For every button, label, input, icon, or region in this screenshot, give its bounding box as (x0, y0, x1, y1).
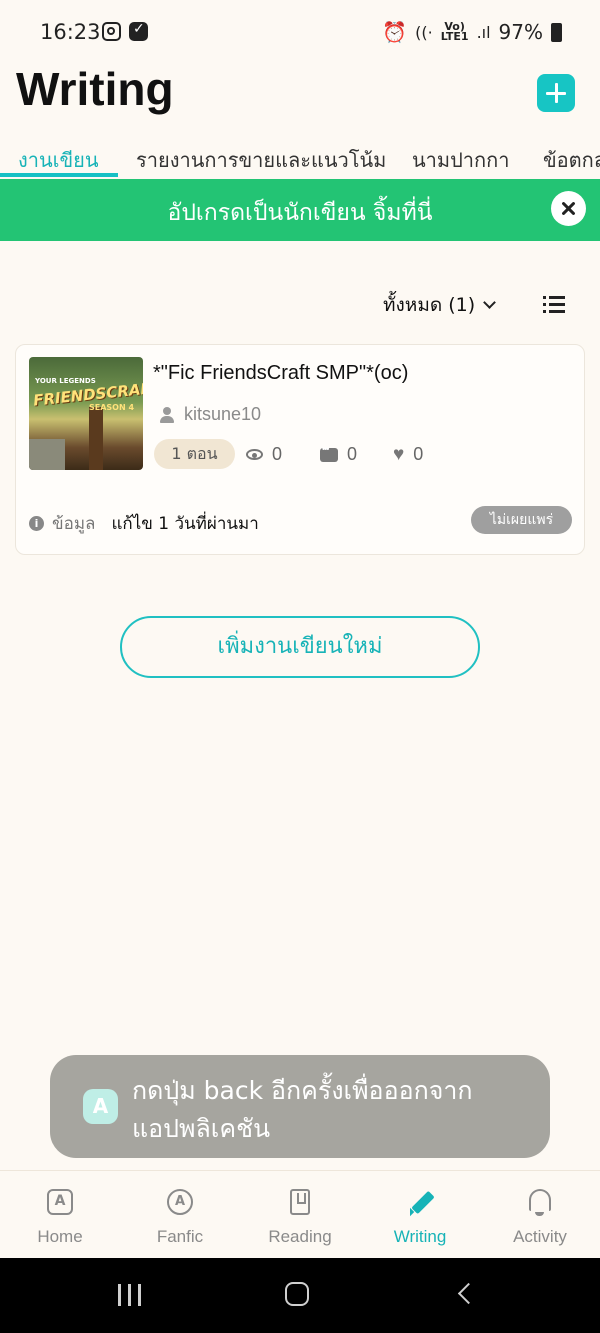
comments-count: 0 (347, 444, 358, 464)
close-icon[interactable] (551, 191, 586, 226)
tab-pen-names[interactable]: นามปากกา (412, 144, 509, 176)
likes-stat: ♥ 0 (393, 444, 423, 465)
story-cover-image: YOUR LEGENDS FRIENDSCRAFT SEASON 4 (29, 357, 143, 470)
story-author: kitsune10 (160, 404, 261, 425)
bottom-navigation: A Home A Fanfic Reading Writing Activity (0, 1170, 600, 1258)
instagram-icon (102, 22, 121, 41)
add-story-button[interactable] (537, 74, 575, 112)
writing-icon (407, 1189, 433, 1215)
views-stat: 0 (246, 444, 282, 465)
nav-home[interactable]: A Home (0, 1171, 120, 1259)
home-icon: A (47, 1189, 73, 1215)
nav-fanfic[interactable]: A Fanfic (120, 1171, 240, 1259)
page-title: Writing (16, 63, 174, 115)
status-bar: 16:23 ⏰ ((· Vo) LTE1 .ıl 97% (0, 0, 600, 66)
wifi-icon: ((· (415, 22, 433, 42)
info-label[interactable]: ข้อมูล (52, 510, 95, 537)
status-time: 16:23 (40, 20, 101, 44)
eye-icon (246, 449, 263, 460)
author-name: kitsune10 (184, 404, 262, 424)
views-count: 0 (272, 444, 283, 464)
status-badge: ไม่เผยแพร่ (471, 506, 572, 534)
toast-message: กดปุ่ม back อีกครั้งเพื่อออกจากแอปพลิเคช… (132, 1076, 473, 1143)
network-type: Vo) LTE1 (440, 20, 469, 43)
info-icon: i (29, 516, 44, 531)
system-navigation-bar (0, 1258, 600, 1333)
tab-bar: งานเขียน รายงานการขายและแนวโน้ม นามปากกา… (0, 138, 600, 178)
nav-activity[interactable]: Activity (480, 1171, 600, 1259)
fanfic-icon: A (167, 1189, 193, 1215)
story-info-row: i ข้อมูล แก้ไข 1 วันที่ผ่านมา (29, 510, 259, 537)
battery-icon (551, 22, 562, 42)
bell-icon (529, 1189, 551, 1216)
exit-toast: A กดปุ่ม back อีกครั้งเพื่อออกจากแอปพลิเ… (50, 1055, 550, 1158)
story-title[interactable]: *"Fic FriendsCraft SMP"*(oc) (153, 362, 408, 385)
reading-icon (290, 1189, 310, 1215)
tab-agreements[interactable]: ข้อตกล (543, 144, 600, 176)
filter-label: ทั้งหมด (1) (383, 294, 476, 316)
nav-writing[interactable]: Writing (360, 1171, 480, 1259)
person-icon (160, 406, 174, 423)
edited-time: แก้ไข 1 วันที่ผ่านมา (111, 514, 259, 534)
add-new-story-button[interactable]: เพิ่มงานเขียนใหม่ (120, 616, 480, 678)
chevron-down-icon (483, 296, 497, 309)
comments-stat: 0 (320, 444, 357, 465)
comment-icon (320, 444, 338, 462)
alarm-icon: ⏰ (382, 20, 408, 44)
app-logo-icon: A (83, 1089, 118, 1124)
likes-count: 0 (413, 444, 424, 464)
upgrade-banner[interactable]: อัปเกรดเป็นนักเขียน จิ้มที่นี่ (0, 179, 600, 241)
heart-icon: ♥ (393, 443, 405, 465)
list-view-icon[interactable] (543, 296, 565, 314)
battery-level: 97% (498, 20, 543, 44)
back-icon[interactable] (457, 1282, 480, 1305)
banner-text: อัปเกรดเป็นนักเขียน จิ้มที่นี่ (167, 200, 433, 226)
home-button-icon[interactable] (285, 1282, 309, 1306)
signal-icon: .ıl (476, 22, 491, 42)
active-tab-indicator (0, 173, 118, 177)
tab-sales-report[interactable]: รายงานการขายและแนวโน้ม (136, 144, 386, 176)
recent-apps-icon[interactable] (118, 1284, 142, 1306)
tab-works[interactable]: งานเขียน (18, 144, 99, 176)
nav-reading[interactable]: Reading (240, 1171, 360, 1259)
episode-count-chip: 1 ตอน (154, 439, 235, 469)
checkbox-notification-icon (129, 21, 148, 41)
filter-dropdown[interactable]: ทั้งหมด (1) (383, 290, 497, 320)
